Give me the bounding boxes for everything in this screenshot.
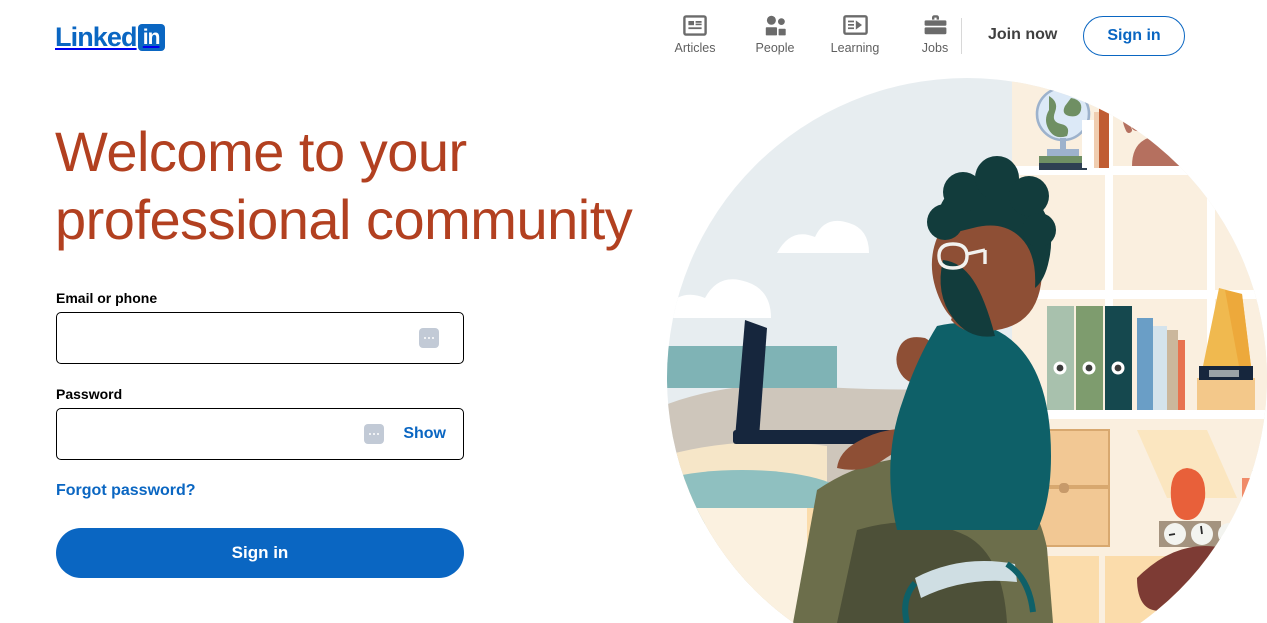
linkedin-login-page: Linked in Articles People Learning Jobs … [0,0,1267,623]
nav-label-jobs: Jobs [921,41,949,55]
professional-at-desk-illustration [667,78,1267,623]
learning-icon [842,12,868,38]
password-label: Password [56,386,123,402]
join-now-button[interactable]: Join now [982,22,1063,48]
nav-item-articles[interactable]: Articles [655,12,735,55]
clocks [1164,523,1240,545]
sign-in-form: Email or phone Password Show Forgot pass… [56,290,466,578]
people-icon [763,12,788,38]
bookshelf [1012,78,1267,623]
email-input[interactable] [56,312,464,364]
password-field-wrapper: Show [56,408,464,460]
logo-badge-icon: in [137,23,165,51]
page-headline: Welcome to your professional community [55,118,675,254]
nav-item-people[interactable]: People [735,12,815,55]
headline-line-1: Welcome to your [55,120,467,183]
jobs-icon [923,12,948,38]
logo-wordmark: Linked [55,22,138,52]
nav-label-learning: Learning [830,41,880,55]
nav-label-people: People [755,41,795,55]
forgot-password-link[interactable]: Forgot password? [56,482,196,500]
linkedin-logo[interactable]: Linked in [55,22,165,52]
nav-item-jobs[interactable]: Jobs [895,12,975,55]
email-field-wrapper [56,312,464,364]
site-header: Linked in Articles People Learning Jobs … [0,0,1267,72]
show-password-button[interactable]: Show [401,421,448,447]
email-label: Email or phone [56,290,158,306]
nav-label-articles: Articles [674,41,716,55]
articles-icon [683,12,707,38]
primary-nav: Articles People Learning Jobs [655,12,975,62]
header-divider [961,18,962,54]
sign-in-submit-button[interactable]: Sign in [56,528,464,578]
binders [1047,306,1132,410]
header-sign-in-button[interactable]: Sign in [1083,16,1185,56]
headline-line-2: professional community [55,188,633,251]
nav-item-learning[interactable]: Learning [815,12,895,55]
